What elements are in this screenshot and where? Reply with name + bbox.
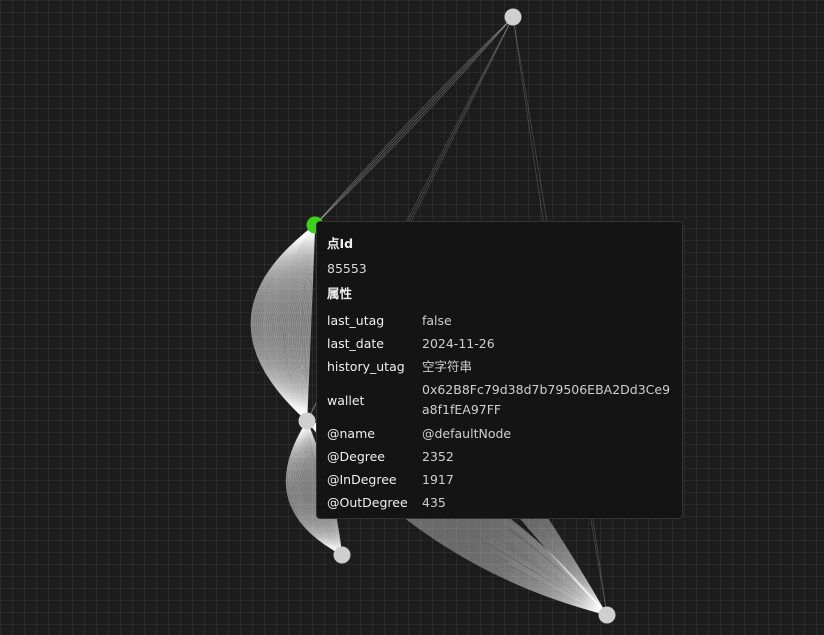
edge-bundle-top-selected <box>314 16 514 226</box>
property-value: 1917 <box>422 472 454 487</box>
property-value: 435 <box>422 495 446 510</box>
property-value: 2352 <box>422 449 454 464</box>
property-value: 0x62B8Fc79d38d7b79506EBA2Dd3Ce9a8f1fEA97… <box>422 382 671 417</box>
property-key: @Degree <box>327 449 385 464</box>
property-value: @defaultNode <box>422 426 512 441</box>
property-row: @name @defaultNode <box>327 422 672 445</box>
property-key: wallet <box>327 392 365 408</box>
property-row: @InDegree 1917 <box>327 468 672 491</box>
tooltip-props-label: 属性 <box>327 286 353 301</box>
edge-bundle-selected-middle <box>250 224 316 422</box>
tooltip-id-value: 85553 <box>327 261 367 276</box>
property-row: last_utag false <box>327 309 672 332</box>
property-key: last_date <box>327 336 384 351</box>
properties-table: last_utag false last_date 2024-11-26 his… <box>327 309 672 514</box>
property-key: @InDegree <box>327 472 397 487</box>
graph-node-top[interactable] <box>504 8 522 26</box>
property-key: @name <box>327 426 375 441</box>
property-row: wallet 0x62B8Fc79d38d7b79506EBA2Dd3Ce9a8… <box>327 378 672 422</box>
tooltip-id-label: 点Id <box>327 236 354 251</box>
graph-node-bottom-right[interactable] <box>598 606 616 624</box>
property-key: @OutDegree <box>327 495 408 510</box>
property-value: 空字符串 <box>422 359 473 374</box>
graph-node-bottom-left[interactable] <box>333 546 351 564</box>
property-value: false <box>422 313 452 328</box>
property-row: @Degree 2352 <box>327 445 672 468</box>
property-key: history_utag <box>327 359 405 374</box>
property-row: history_utag 空字符串 <box>327 355 672 378</box>
property-value: 2024-11-26 <box>422 336 495 351</box>
node-tooltip: 点Id 85553 属性 last_utag false last_date 2… <box>316 221 683 519</box>
property-row: @OutDegree 435 <box>327 491 672 514</box>
property-key: last_utag <box>327 313 385 328</box>
property-row: last_date 2024-11-26 <box>327 332 672 355</box>
graph-canvas[interactable]: 点Id 85553 属性 last_utag false last_date 2… <box>0 0 824 635</box>
graph-node-middle[interactable] <box>298 412 316 430</box>
